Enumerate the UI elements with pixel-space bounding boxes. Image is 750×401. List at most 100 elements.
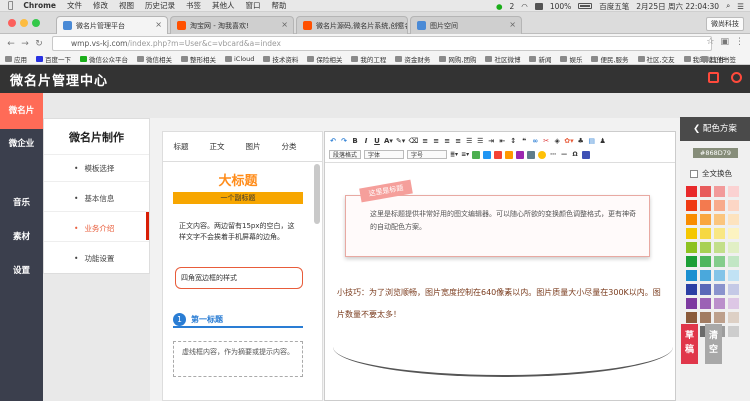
color-swatch[interactable] xyxy=(714,284,725,295)
minimize-window-icon[interactable] xyxy=(20,19,28,27)
indent-icon[interactable]: ⇥ xyxy=(487,136,495,145)
tab-body-styles[interactable]: 正文 xyxy=(199,141,235,152)
tab-wmp-admin[interactable]: 微名片管理平台 × xyxy=(56,16,168,34)
bookmark-item[interactable]: 整形相关 xyxy=(181,54,216,64)
tab-categories[interactable]: 分类 xyxy=(271,141,307,152)
color-swatch[interactable] xyxy=(700,298,711,309)
close-icon[interactable]: × xyxy=(509,20,516,29)
bookmark-item[interactable]: 微信相关 xyxy=(137,54,172,64)
paragraph-spacing-icon[interactable]: ≡▾ xyxy=(461,150,469,159)
sidebar-item-music[interactable]: 音乐 xyxy=(0,193,43,213)
insert-image-icon[interactable] xyxy=(483,150,492,159)
music-icon[interactable] xyxy=(505,150,514,159)
menu-people[interactable]: 其他人 xyxy=(212,0,235,11)
menu-help[interactable]: 帮助 xyxy=(272,0,287,11)
bookmark-item[interactable]: 我的工程 xyxy=(351,54,386,64)
tab-taobao[interactable]: 淘宝网 - 淘我喜欢! × xyxy=(170,16,294,34)
color-swatch[interactable] xyxy=(728,186,739,197)
star-icon[interactable]: ☆ xyxy=(706,37,714,47)
color-swatch[interactable] xyxy=(700,270,711,281)
bookmark-item[interactable]: 微信公众平台 xyxy=(80,54,128,64)
emoji-icon[interactable] xyxy=(538,150,547,159)
tab-title-styles[interactable]: 标题 xyxy=(163,141,199,152)
link-icon[interactable]: ∞ xyxy=(531,136,539,145)
bookmark-item[interactable]: 应用 xyxy=(5,54,27,64)
line-spacing-icon[interactable]: ≣▾ xyxy=(450,150,458,159)
clear-format-icon[interactable]: ⌫ xyxy=(408,136,418,145)
other-bookmarks[interactable]: 其他书签 xyxy=(701,54,736,64)
unlink-icon[interactable]: ✂ xyxy=(542,136,550,145)
close-window-icon[interactable] xyxy=(8,19,16,27)
menu-window[interactable]: 窗口 xyxy=(246,0,261,11)
redo-icon[interactable]: ↷ xyxy=(340,136,348,145)
logout-icon[interactable] xyxy=(731,72,742,83)
menu-chrome[interactable]: Chrome xyxy=(23,1,56,10)
color-swatch[interactable] xyxy=(728,214,739,225)
color-swatch[interactable] xyxy=(700,242,711,253)
menu-icon[interactable]: ⋮ xyxy=(735,37,744,47)
menubar-clock[interactable]: 2月25日 周六 22:04:30 xyxy=(636,1,719,12)
color-swatch[interactable] xyxy=(714,242,725,253)
align-center-icon[interactable]: ≡ xyxy=(432,136,440,145)
color-swatch[interactable] xyxy=(686,298,697,309)
back-icon[interactable]: ← xyxy=(4,39,18,49)
template-numbered-title[interactable]: 1 第一标题 xyxy=(173,312,303,328)
tab-image-space[interactable]: 图片空间 × xyxy=(410,16,522,34)
color-swatch[interactable] xyxy=(700,214,711,225)
forward-icon[interactable]: → xyxy=(18,39,32,49)
sidebar-item-card[interactable]: 微名片 xyxy=(0,93,43,129)
map-icon[interactable] xyxy=(516,150,525,159)
color-swatch[interactable] xyxy=(700,200,711,211)
checkbox[interactable] xyxy=(690,169,698,178)
color-swatch[interactable] xyxy=(728,326,739,337)
table-icon[interactable] xyxy=(472,150,481,159)
color-swatch[interactable] xyxy=(714,298,725,309)
wifi-icon[interactable]: ◠ xyxy=(521,2,528,11)
menu-view[interactable]: 视图 xyxy=(119,0,134,11)
color-swatch[interactable] xyxy=(686,228,697,239)
color-swatch[interactable] xyxy=(728,298,739,309)
special-char-icon[interactable]: Ω xyxy=(571,150,579,159)
color-swatch[interactable] xyxy=(728,200,739,211)
paragraph-format-select[interactable]: 段落格式 xyxy=(329,150,362,159)
color-swatch[interactable] xyxy=(714,214,725,225)
color-swatch[interactable] xyxy=(714,228,725,239)
color-swatch[interactable] xyxy=(714,270,725,281)
format-painter-icon[interactable]: ♣ xyxy=(577,136,585,145)
font-family-select[interactable]: 字体 xyxy=(364,150,405,159)
bookmark-item[interactable]: 网购,团购 xyxy=(439,54,476,64)
color-swatch[interactable] xyxy=(728,284,739,295)
volume-icon[interactable] xyxy=(534,2,543,10)
reload-icon[interactable]: ↻ xyxy=(32,39,46,49)
code-icon[interactable]: ⋯ xyxy=(549,150,557,159)
address-bar[interactable]: wmp.vs-kj.com/index.php?m=User&c=vbcard&… xyxy=(52,36,712,51)
bookmark-item[interactable]: iCloud xyxy=(225,55,254,63)
template-dashed-box[interactable]: 虚线框内容，作为摘要或提示内容。 xyxy=(173,341,303,377)
undo-icon[interactable]: ↶ xyxy=(329,136,337,145)
underline-icon[interactable]: U xyxy=(373,136,381,145)
bookmark-item[interactable]: 社区微博 xyxy=(485,54,520,64)
sidebar-item-material[interactable]: 素材 xyxy=(0,227,43,247)
preview-icon[interactable]: ▤ xyxy=(588,136,596,145)
color-swatch[interactable] xyxy=(728,270,739,281)
current-color-hex[interactable]: #868D79 xyxy=(693,148,738,158)
italic-icon[interactable]: I xyxy=(362,136,370,145)
template-icon[interactable] xyxy=(527,150,536,159)
highlight-icon[interactable]: ✎▾ xyxy=(396,136,405,145)
bookmark-item[interactable]: 百度一下 xyxy=(36,54,71,64)
color-swatch[interactable] xyxy=(714,200,725,211)
menu-edit[interactable]: 修改 xyxy=(93,0,108,11)
color-swatch[interactable] xyxy=(686,200,697,211)
color-swatch[interactable] xyxy=(714,312,725,323)
color-swatch[interactable] xyxy=(700,256,711,267)
sub-item-business[interactable]: 业务介绍 xyxy=(74,223,114,234)
apple-icon[interactable]:  xyxy=(8,1,13,11)
fullscreen-icon[interactable] xyxy=(582,150,591,159)
color-swatch[interactable] xyxy=(686,270,697,281)
color-swatch[interactable] xyxy=(714,256,725,267)
sub-item-template[interactable]: 模板选择 xyxy=(74,163,114,174)
editor-content-card[interactable]: 这里是标题 这里是标题提供非常好用的图文编辑器。可以随心所欲的变换颜色调整格式，… xyxy=(345,179,650,257)
color-swatch[interactable] xyxy=(700,312,711,323)
quote-icon[interactable]: ❝ xyxy=(520,136,528,145)
scrollbar[interactable] xyxy=(314,164,320,224)
